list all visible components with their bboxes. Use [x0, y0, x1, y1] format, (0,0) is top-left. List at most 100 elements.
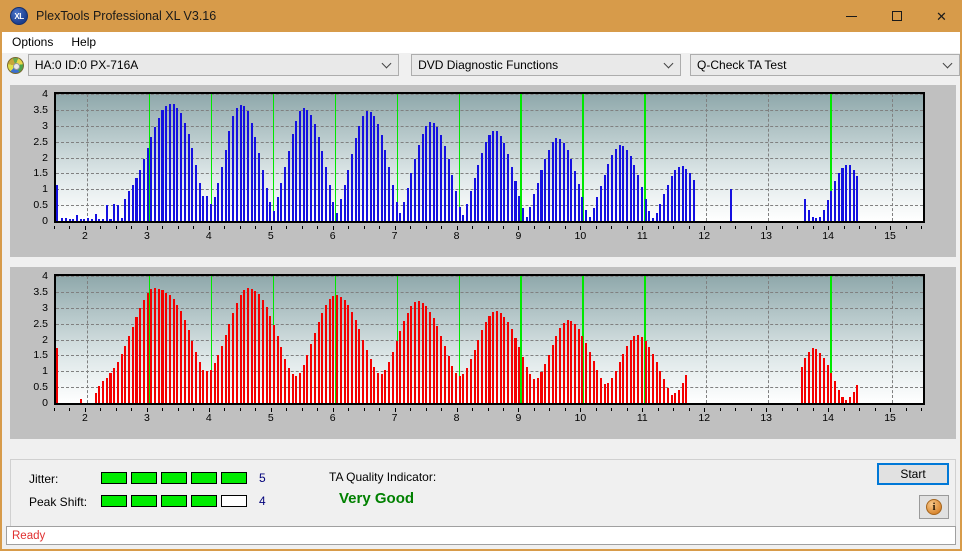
chart-bar	[622, 146, 625, 221]
marker-line	[458, 94, 461, 221]
chart-bar	[310, 114, 313, 221]
minimize-button[interactable]	[829, 0, 874, 32]
x-axis-minor-tick	[580, 408, 582, 411]
chart-bar	[856, 384, 859, 403]
jitter-label: Jitter:	[29, 472, 59, 486]
x-axis-minor-tick	[518, 408, 520, 411]
x-axis-minor-tick	[766, 226, 768, 229]
chart-bar	[317, 136, 320, 221]
chart-bar	[570, 321, 573, 403]
chart-bar	[310, 344, 313, 403]
chart-bar	[202, 369, 205, 403]
chart-bar	[258, 294, 261, 403]
x-axis-minor-tick	[69, 408, 71, 411]
x-axis-tick-label: 14	[822, 412, 834, 424]
peak-shift-chart-bars	[56, 276, 923, 403]
chart-bar	[406, 312, 409, 403]
x-axis-minor-tick	[921, 226, 922, 229]
x-axis-minor-tick	[487, 408, 489, 411]
chart-bar	[276, 197, 279, 221]
x-axis-minor-tick	[379, 408, 381, 411]
x-axis-minor-tick	[549, 226, 551, 229]
chart-bar	[521, 208, 524, 221]
chart-bar	[826, 364, 829, 403]
test-select[interactable]: Q-Check TA Test	[690, 54, 960, 76]
chart-bar	[232, 312, 235, 403]
x-axis-minor-tick	[224, 226, 226, 229]
x-axis-tick-label: 10	[574, 230, 587, 242]
x-axis-minor-tick	[905, 226, 907, 229]
chart-bar	[640, 186, 643, 221]
chart-bar	[518, 347, 521, 403]
chart-bar	[432, 123, 435, 221]
x-axis-tick-label: 8	[453, 412, 460, 424]
chart-bar	[79, 399, 82, 403]
chart-bar	[811, 348, 814, 403]
info-button[interactable]: i	[919, 495, 949, 519]
chart-bar	[458, 376, 461, 403]
x-axis-minor-tick	[224, 408, 226, 411]
x-axis-minor-tick	[673, 226, 675, 229]
x-axis-minor-tick	[595, 226, 597, 229]
peak-shift-value: 4	[259, 494, 266, 508]
start-button[interactable]: Start	[877, 463, 949, 485]
x-axis-minor-tick	[100, 408, 102, 411]
x-axis-minor-tick	[781, 226, 783, 229]
chart-bar	[399, 330, 402, 403]
chart-bar	[808, 209, 811, 221]
chart-bar	[105, 205, 108, 221]
x-axis-minor-tick	[317, 408, 319, 411]
chart-bar	[477, 165, 480, 221]
x-axis-minor-tick	[394, 408, 396, 411]
chart-bar	[261, 299, 264, 403]
chart-bar	[243, 106, 246, 221]
chart-bar	[518, 195, 521, 221]
chart-bar	[358, 125, 361, 221]
x-axis-minor-tick	[828, 226, 830, 229]
y-axis-tick-label: 1.5	[33, 349, 48, 362]
chart-bar	[488, 134, 491, 221]
chart-bar	[848, 165, 851, 221]
x-axis-tick-label: 15	[884, 412, 896, 424]
x-axis-minor-tick	[890, 408, 892, 411]
chart-bar	[507, 154, 510, 221]
drive-select[interactable]: HA:0 ID:0 PX-716A	[27, 54, 400, 76]
chart-bar	[235, 303, 238, 403]
chart-bar	[477, 339, 480, 403]
chart-bar	[681, 383, 684, 403]
function-select[interactable]: DVD Diagnostic Functions	[411, 54, 682, 76]
chart-bar	[837, 389, 840, 403]
chart-bar	[395, 201, 398, 221]
chart-bar	[280, 182, 283, 221]
chart-bar	[142, 299, 145, 403]
chart-bar	[254, 291, 257, 403]
chart-bar	[596, 197, 599, 221]
menu-item-options[interactable]: Options	[4, 33, 61, 51]
chart-bar	[328, 298, 331, 403]
chart-bar	[689, 173, 692, 221]
chart-bar	[499, 312, 502, 403]
menu-item-help[interactable]: Help	[63, 33, 104, 51]
chart-bar	[852, 391, 855, 403]
x-axis-tick-label: 14	[822, 230, 834, 242]
maximize-button[interactable]	[874, 0, 919, 32]
x-axis-minor-tick	[688, 408, 690, 411]
chart-bar	[343, 184, 346, 221]
x-axis-minor-tick	[131, 226, 133, 229]
chart-bar	[492, 311, 495, 403]
x-axis-minor-tick	[549, 408, 551, 411]
chart-bar	[384, 149, 387, 221]
jitter-chart-x-axis: 2 3 4 5 6 7 8 9 10 11 12 13 14 15	[54, 226, 925, 248]
x-axis-minor-tick	[564, 408, 566, 411]
close-button[interactable]: ✕	[919, 0, 960, 32]
chart-bar	[135, 317, 138, 403]
chart-bar	[246, 288, 249, 403]
chart-bar	[529, 374, 532, 403]
chart-bar	[536, 377, 539, 403]
x-axis-minor-tick	[502, 226, 504, 229]
jitter-chart-frame: 0 0.5 1 1.5 2 2.5 3 3.5 4 2 3 4 5 6 7 8 9 10 11 12 13 14 15	[10, 85, 956, 257]
chart-bar	[473, 349, 476, 403]
chart-bar	[651, 353, 654, 403]
marker-line	[520, 94, 523, 221]
chart-bar	[417, 301, 420, 403]
